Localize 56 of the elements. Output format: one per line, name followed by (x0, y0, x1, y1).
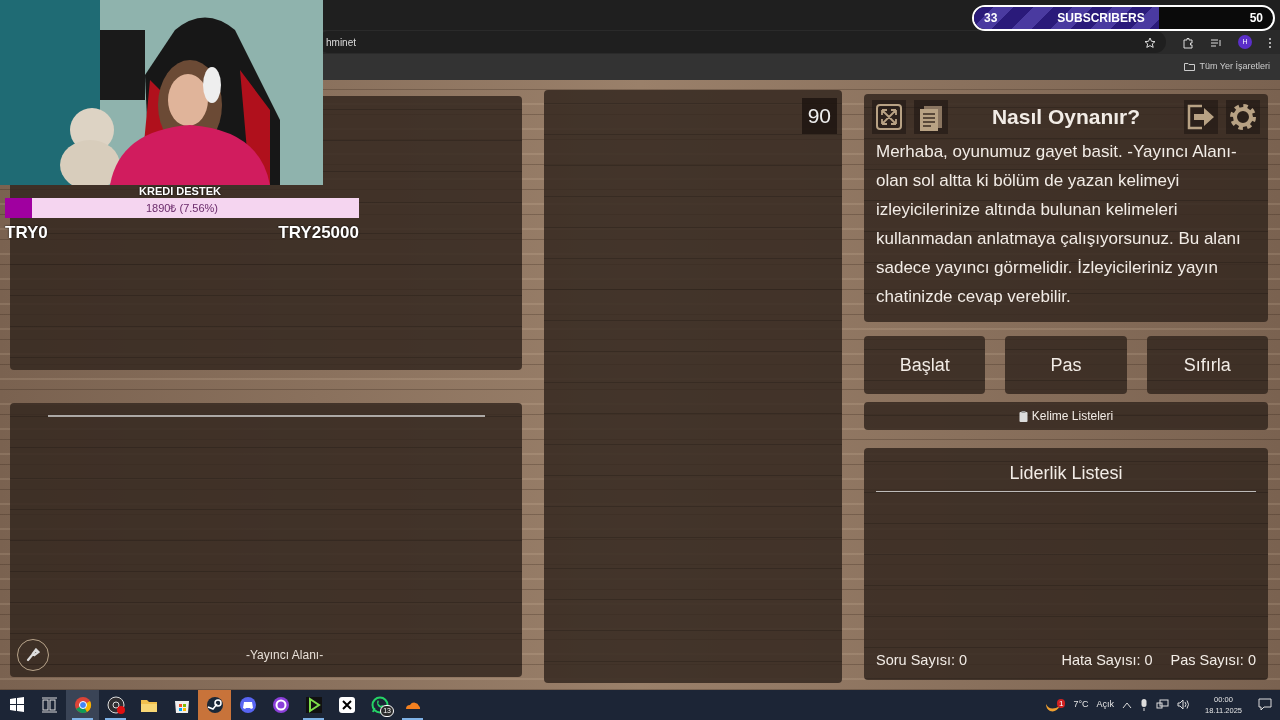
exit-icon (1186, 103, 1216, 131)
game-button[interactable]: Başlat (864, 336, 986, 394)
star-icon[interactable] (1144, 36, 1156, 49)
network-icon[interactable] (1156, 699, 1169, 711)
weather-moon-icon (1046, 703, 1061, 712)
game-button[interactable]: Pas (1005, 336, 1127, 394)
taskbar-app[interactable] (198, 690, 231, 720)
weather-icon[interactable]: 1 (1046, 698, 1066, 712)
chevron-up-icon[interactable] (1122, 700, 1132, 709)
speaker-icon[interactable] (1177, 699, 1189, 711)
bookmarks-folder[interactable]: Tüm Yer İşaretleri (1199, 60, 1270, 74)
clipboard-icon (1018, 410, 1028, 422)
browser-icon (73, 696, 92, 714)
media-icon[interactable] (1210, 36, 1222, 49)
document-icon (917, 103, 945, 131)
goal-min-label: TRY0 (5, 222, 48, 244)
microphone-icon (26, 648, 40, 662)
stat-text: Pas Sayısı: 0 (1170, 651, 1256, 671)
subscriber-target: 50 (1249, 10, 1263, 27)
more-icon[interactable] (1268, 36, 1272, 49)
notifications-icon[interactable] (1258, 698, 1272, 712)
expand-icon (875, 103, 903, 131)
gear-icon (1228, 102, 1258, 132)
document-button[interactable] (914, 100, 948, 134)
game-button[interactable]: Sıfırla (1146, 336, 1268, 394)
stat-text: Soru Sayısı: 0 (876, 651, 968, 671)
instructions-text: Merhaba, oyunumuz gayet basit. -Yayıncı Alanı- olan sol altta ki bölüm de yazan kelimeyi izleyicilerinize altında bulunan kelimeleri kullanmadan anlatmaya çalışıyorsunuz. Bu alanı sadece yayıncı görmelidir. İzleyicileriniz yayın chatinizde cevap verebilir. (875, 141, 1242, 308)
phone-bubble-icon (370, 696, 389, 714)
timer: 90 (801, 98, 837, 134)
settings-button[interactable] (1226, 100, 1260, 134)
goal-title: KREDI DESTEK (138, 185, 222, 197)
leaderboard-title: Liderlik Listesi (1008, 462, 1124, 485)
exit-button[interactable] (1184, 100, 1218, 134)
stat-text: Hata Sayısı: 0 (1061, 651, 1153, 671)
panel-title: Nasıl Oynanır? (990, 104, 1142, 131)
windows-logo-icon (7, 696, 26, 714)
extensions-icon[interactable] (1182, 36, 1194, 49)
play-icon (304, 696, 323, 714)
fullscreen-button[interactable] (872, 100, 906, 134)
ring-icon (271, 696, 290, 714)
weather-condition: Açık (1096, 698, 1114, 712)
goal-max-label: TRY25000 (278, 222, 359, 244)
folder-icon (1184, 62, 1196, 72)
subscriber-count: 33 (984, 10, 998, 27)
task-view-icon (40, 696, 59, 714)
goal-reading: 1890₺ (7.56%) (146, 201, 218, 216)
address-text[interactable]: hminet (326, 34, 356, 50)
steam-wheel-icon (205, 696, 224, 714)
record-icon (106, 696, 125, 714)
weather-badge: 1 (1056, 698, 1066, 708)
subscriber-label: SUBSCRIBERS (1057, 10, 1145, 27)
word-lists-button[interactable]: Kelime Listeleri (864, 402, 1268, 430)
temperature: 7°C (1073, 698, 1089, 712)
microphone-icon[interactable] (1140, 698, 1148, 711)
x-logo-icon (337, 696, 356, 714)
streamer-area-label: -Yayıncı Alanı- (246, 647, 324, 664)
